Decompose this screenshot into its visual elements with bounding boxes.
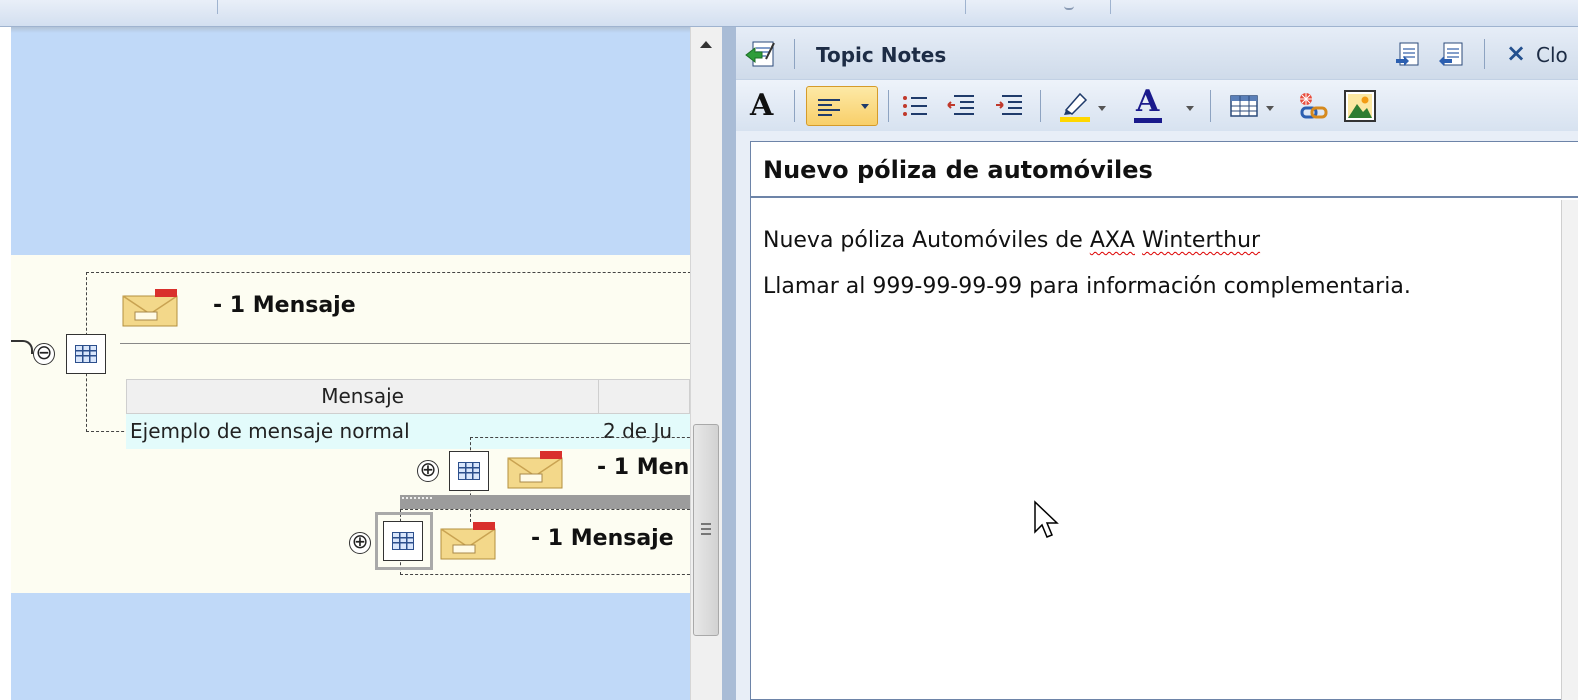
toolbar-separator <box>794 90 795 122</box>
notes-titlebar: Topic Notes × Clo <box>736 27 1578 79</box>
highlight-icon[interactable] <box>1058 90 1092 122</box>
note-subject: Nuevo póliza de automóviles <box>763 156 1153 184</box>
note-body[interactable]: Nueva póliza Automóviles de AXA Winterth… <box>763 218 1411 310</box>
scroll-thumb[interactable] <box>693 424 719 636</box>
table-icon <box>458 462 480 480</box>
ribbon-separator <box>217 0 218 14</box>
ribbon-glyph-fragment <box>1064 4 1074 10</box>
canvas-left-edge <box>0 27 11 700</box>
table-header-row: Mensaje <box>126 379 690 414</box>
add-note-icon[interactable] <box>744 39 776 69</box>
mouse-cursor-icon <box>1034 500 1059 538</box>
map-canvas[interactable]: - 1 Mensaje ⊖ Mensaje Ejemplo de mensaje… <box>0 27 722 700</box>
chevron-down-icon[interactable] <box>1266 106 1274 111</box>
notes-pane-title: Topic Notes <box>816 43 947 67</box>
note-body-line-1: Nueva póliza Automóviles de AXA Winterth… <box>763 218 1411 264</box>
hyperlink-icon[interactable] <box>1296 90 1330 122</box>
note-subject-field[interactable]: Nuevo póliza de automóviles <box>751 142 1578 198</box>
export-note-icon[interactable] <box>1394 41 1422 69</box>
topic-title[interactable]: - 1 Mensaje <box>213 293 356 318</box>
subtopic-title[interactable]: - 1 Mensaje <box>531 526 674 551</box>
ribbon-separator <box>965 0 966 14</box>
editor-scrollbar[interactable] <box>1561 200 1578 700</box>
collapse-button[interactable]: ⊖ <box>33 342 55 365</box>
toolbar-separator <box>888 90 889 122</box>
expand-button[interactable]: ⊕ <box>349 531 371 554</box>
mail-icon <box>440 522 496 560</box>
outdent-icon[interactable] <box>946 94 976 118</box>
vertical-scrollbar[interactable] <box>690 27 722 700</box>
insert-image-icon[interactable] <box>1344 90 1376 122</box>
notes-editor[interactable]: Nuevo póliza de automóviles Nueva póliza… <box>750 141 1578 700</box>
note-text-prefix: Nueva póliza Automóviles de <box>763 228 1090 253</box>
indent-icon[interactable] <box>994 94 1024 118</box>
mail-icon <box>122 289 178 327</box>
topic-notes-pane: Topic Notes × Clo A A Nuevo póliza de au… <box>736 27 1578 700</box>
scroll-up-arrow[interactable] <box>700 41 712 48</box>
table-view-button[interactable] <box>383 521 423 561</box>
table-view-button[interactable] <box>66 334 106 374</box>
topic-connector <box>11 340 33 354</box>
selection-bar <box>400 495 690 509</box>
topic-divider <box>120 343 690 344</box>
chevron-down-icon[interactable] <box>1098 106 1106 111</box>
align-left-button[interactable] <box>806 86 878 126</box>
table-icon <box>392 532 414 550</box>
bullet-list-icon[interactable] <box>902 94 928 118</box>
close-icon[interactable]: × <box>1506 39 1526 67</box>
column-header-fecha[interactable] <box>599 380 689 413</box>
align-left-icon <box>818 99 840 116</box>
chevron-down-icon[interactable] <box>1186 106 1194 111</box>
subtopic-title[interactable]: - 1 Men <box>597 455 689 480</box>
drag-handle[interactable] <box>402 497 432 501</box>
table-icon <box>75 345 97 363</box>
misspelled-word[interactable]: AXA <box>1090 228 1135 253</box>
import-note-icon[interactable] <box>1438 41 1466 69</box>
toolbar-separator <box>1484 39 1485 69</box>
font-color-swatch <box>1134 118 1162 123</box>
close-button[interactable]: Clo <box>1536 43 1568 67</box>
misspelled-word[interactable]: Winterthur <box>1142 228 1260 253</box>
font-color-icon[interactable]: A <box>1136 84 1159 119</box>
table-view-button[interactable] <box>449 451 489 491</box>
toolbar-separator <box>1040 90 1041 122</box>
mail-icon <box>507 451 563 489</box>
insert-table-icon[interactable] <box>1230 94 1258 118</box>
pane-splitter[interactable] <box>722 27 736 700</box>
top-ribbon-strip <box>0 0 1578 27</box>
font-icon[interactable]: A <box>750 88 773 123</box>
column-header-mensaje[interactable]: Mensaje <box>127 380 600 413</box>
ribbon-separator <box>1110 0 1111 14</box>
note-body-line-2: Llamar al 999-99-99-99 para información … <box>763 274 1411 299</box>
scroll-grip <box>701 523 711 535</box>
canvas-shadow <box>0 27 690 33</box>
chevron-down-icon <box>861 104 869 109</box>
toolbar-separator <box>794 39 795 69</box>
expand-button[interactable]: ⊕ <box>417 459 439 482</box>
notes-format-toolbar: A A <box>736 79 1578 131</box>
toolbar-separator <box>1210 90 1211 122</box>
